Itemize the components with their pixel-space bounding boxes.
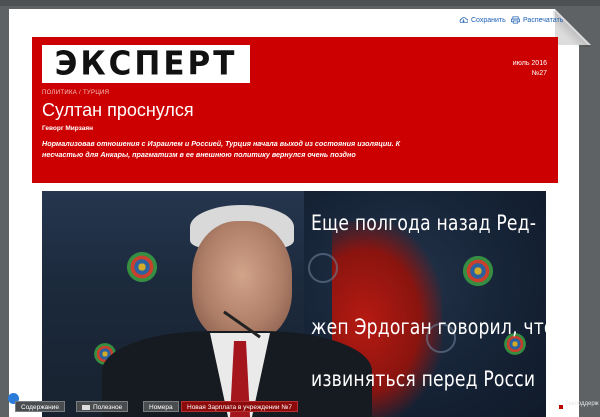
logo-text: ЭКСПЕРТ [54, 45, 238, 83]
pull-quote-line-1: Еще полгода назад Ред- [311, 211, 537, 235]
article-header: ЭКСПЕРТ июль 2016 №27 ПОЛИТИКА / ТУРЦИЯ … [32, 37, 558, 183]
issue-month: июль 2016 [512, 60, 547, 67]
contents-label: Содержание [21, 404, 59, 411]
save-label: Сохранить [471, 16, 506, 24]
top-strip [0, 0, 600, 6]
page-curl-shadow [553, 9, 591, 47]
issues-button[interactable]: Номера [143, 401, 179, 412]
issue-number: №27 [531, 70, 547, 77]
article-lead: Нормализовав отношения с Израилем и Росс… [42, 139, 401, 159]
folder-icon [82, 404, 90, 410]
g20-emblem [124, 249, 160, 285]
cloud-save-icon [459, 17, 468, 24]
issues-label: Номера [149, 404, 173, 411]
article-title: Султан проснулся [42, 100, 194, 120]
article-author[interactable]: Геворг Мирзаян [42, 125, 93, 132]
pull-quote: Еще полгода назад Ред- жеп Эрдоган говор… [311, 197, 546, 405]
print-icon [511, 16, 520, 24]
promo-label: Новая Зарплата в учреждении №7 [187, 404, 292, 411]
pull-quote-line-2 [311, 249, 501, 301]
promo-banner[interactable]: Новая Зарплата в учреждении №7 [181, 401, 298, 412]
support-link[interactable]: Техподдерж [565, 401, 599, 407]
useful-label: Полезное [93, 404, 123, 411]
support-icon [559, 405, 563, 409]
contents-button[interactable]: Содержание [15, 401, 65, 412]
print-button[interactable]: Распечатать [511, 16, 563, 24]
article-photo: Еще полгода назад Ред- жеп Эрдоган говор… [42, 191, 546, 417]
issue-info: июль 2016 №27 [513, 59, 547, 79]
rubric[interactable]: ПОЛИТИКА / ТУРЦИЯ [42, 90, 109, 96]
useful-button[interactable]: Полезное [76, 401, 129, 412]
magazine-logo[interactable]: ЭКСПЕРТ [42, 45, 250, 83]
bottom-bar: Содержание Полезное Номера Новая Зарплат… [0, 398, 600, 417]
pull-quote-line-3: жеп Эрдоган говорил, что [311, 315, 546, 339]
save-button[interactable]: Сохранить [459, 16, 506, 24]
print-label: Распечатать [523, 16, 564, 24]
